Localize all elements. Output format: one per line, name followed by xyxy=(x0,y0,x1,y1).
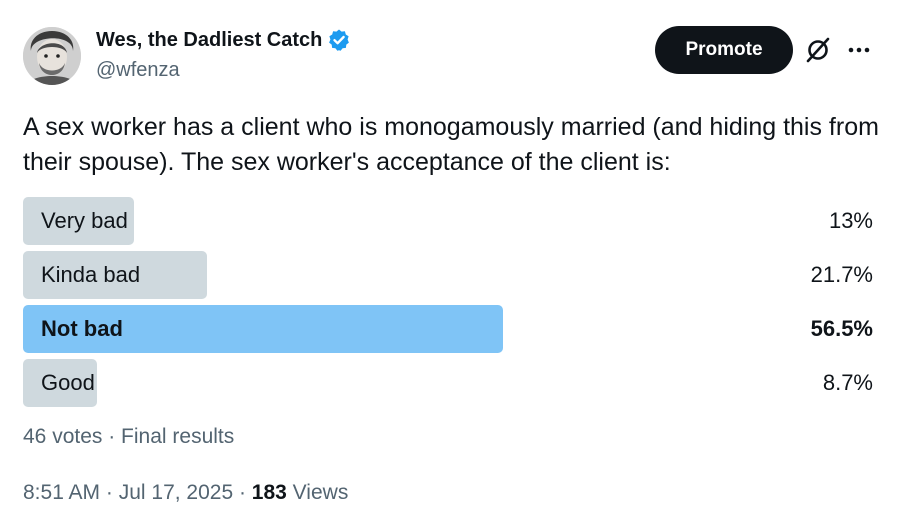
poll-summary: 46 votes · Final results xyxy=(23,425,235,448)
author-display-name[interactable]: Wes, the Dadliest Catch xyxy=(96,28,322,52)
poll-option: Good 8.7% xyxy=(23,359,873,407)
poll-option-percent: 21.7% xyxy=(810,262,873,287)
author-name-row: Wes, the Dadliest Catch xyxy=(96,28,351,52)
tweet-metadata: 8:51 AM · Jul 17, 2025 · 183 Views xyxy=(23,481,348,505)
poll-option: Kinda bad 21.7% xyxy=(23,251,873,299)
verified-badge-icon[interactable] xyxy=(327,28,351,52)
poll: Very bad 13% Kinda bad 21.7% Not bad 56.5% Goo… xyxy=(23,197,873,413)
views-count: 183 xyxy=(251,481,287,504)
tweet-text: A sex worker has a client who is monogam… xyxy=(23,113,879,176)
poll-option-label: Not bad xyxy=(41,316,123,341)
views-label: Views xyxy=(286,481,349,504)
poll-option: Very bad 13% xyxy=(23,197,873,245)
poll-option-percent: 13% xyxy=(828,208,873,233)
poll-option: Not bad 56.5% xyxy=(23,305,873,353)
poll-option-label: Kinda bad xyxy=(41,262,141,287)
poll-option-label: Very bad xyxy=(41,208,128,233)
more-icon[interactable] xyxy=(846,38,872,62)
poll-option-percent: 56.5% xyxy=(810,316,873,341)
poll-option-label: Good xyxy=(41,370,95,395)
promote-button[interactable]: Promote xyxy=(655,26,793,74)
grok-icon[interactable] xyxy=(803,35,833,65)
avatar[interactable] xyxy=(23,27,81,85)
timestamp[interactable]: 8:51 AM · Jul 17, 2025 · xyxy=(23,481,252,504)
author-handle[interactable]: @wfenza xyxy=(96,59,180,82)
poll-option-percent: 8.7% xyxy=(822,370,873,395)
